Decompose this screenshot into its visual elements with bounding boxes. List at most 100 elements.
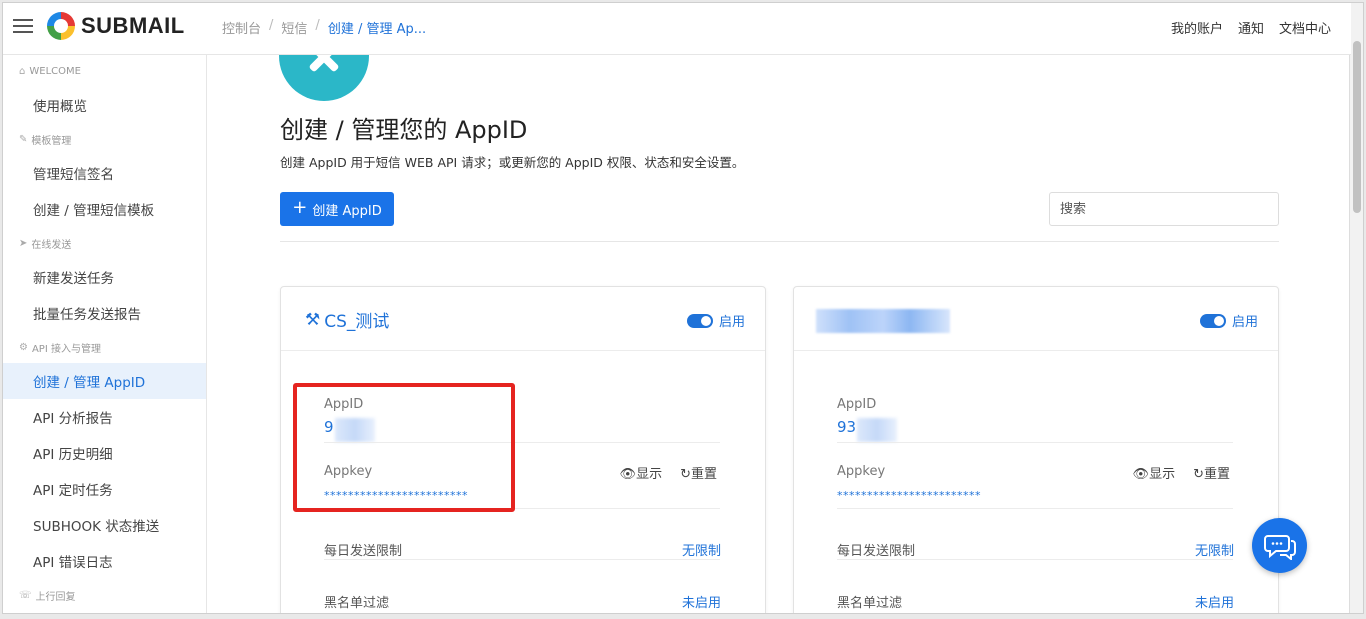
scrollbar-thumb[interactable] [1353,41,1361,213]
toggle-switch[interactable] [1199,313,1226,328]
nav-my-account[interactable]: 我的账户 [1171,18,1223,37]
home-icon: ⌂ [19,65,26,77]
page-description: 创建 AppID 用于短信 WEB API 请求；或更新您的 AppID 权限、… [280,155,745,170]
appkey-value: ************************ [837,489,981,502]
blacklist-value[interactable]: 未启用 [682,592,721,611]
pencil-icon: ✎ [19,133,28,145]
appkey-label: Appkey [837,464,886,479]
field-divider [837,442,1233,443]
refresh-icon: ↻ [680,467,691,482]
send-icon: ➤ [19,237,28,249]
vertical-scrollbar[interactable] [1349,3,1363,613]
status-toggle[interactable]: 启用 [1199,311,1258,330]
sidebar-item-api-errors[interactable]: API 错误日志 [3,543,206,579]
reset-appkey-button[interactable]: ↻重置 [680,463,717,482]
breadcrumb-sms[interactable]: 短信 [281,18,307,37]
tools-icon: ⚒ [305,309,321,330]
sidebar-item-templates[interactable]: 创建 / 管理短信模板 [3,191,206,227]
nav-docs[interactable]: 文档中心 [1279,18,1331,37]
sidebar-section-templates: ✎ 模板管理 [3,123,206,155]
toggle-switch[interactable] [686,313,713,328]
breadcrumb-console[interactable]: 控制台 [222,18,261,37]
section-title: 在线发送 [31,239,72,251]
card-header: 启用 [794,287,1278,351]
tools-icon [279,55,369,101]
page-title: 创建 / 管理您的 AppID [280,116,528,144]
appid-label: AppID [837,397,877,412]
field-divider [837,508,1233,509]
brand-name: SUBMAIL [81,13,185,38]
sidebar-item-api-scheduled[interactable]: API 定时任务 [3,471,206,507]
top-nav: 我的账户 通知 文档中心 [1171,18,1331,37]
section-title: 上行回复 [35,591,76,603]
status-label: 启用 [718,315,745,330]
sidebar-item-api-report[interactable]: API 分析报告 [3,399,206,435]
status-toggle[interactable]: 启用 [686,311,745,330]
field-divider [837,559,1233,560]
highlight-box [293,383,515,512]
reset-appkey-button[interactable]: ↻重置 [1193,463,1230,482]
breadcrumb-separator: / [315,18,320,33]
sidebar-section-send: ➤ 在线发送 [3,227,206,259]
redacted-app-name[interactable] [816,309,950,333]
redacted-appid [857,418,897,442]
reset-label: 重置 [1203,467,1230,482]
daily-limit-label: 每日发送限制 [324,544,403,559]
sidebar-item-new-task[interactable]: 新建发送任务 [3,259,206,295]
nav-notifications[interactable]: 通知 [1238,18,1264,37]
appid-value: 93 [837,418,857,436]
reset-label: 重置 [690,467,717,482]
refresh-icon: ↻ [1193,467,1204,482]
api-icon: ⚙ [19,341,28,353]
chat-button[interactable] [1252,518,1307,573]
divider [280,241,1279,242]
eye-icon: 👁 [619,467,637,482]
sidebar-item-appid[interactable]: 创建 / 管理 AppID [3,363,206,399]
app-name[interactable]: ⚒ CS_测试 [305,307,389,333]
breadcrumb-separator: / [269,18,274,33]
section-title: WELCOME [29,65,81,77]
show-label: 显示 [1149,467,1176,482]
sidebar-section-reply: ☏ 上行回复 [3,579,206,611]
status-label: 启用 [1231,315,1258,330]
daily-limit-label: 每日发送限制 [837,544,916,559]
sidebar-item-subhook[interactable]: SUBHOOK 状态推送 [3,507,206,543]
top-bar: SUBMAIL 控制台 / 短信 / 创建 / 管理 Ap... 我的账户 通知… [3,3,1351,55]
breadcrumb-current: 创建 / 管理 Ap... [327,22,427,37]
sidebar-item-signatures[interactable]: 管理短信签名 [3,155,206,191]
show-appkey-button[interactable]: 👁显示 [1133,463,1176,482]
blacklist-value[interactable]: 未启用 [1195,592,1234,611]
field-divider [324,559,720,560]
appid-card: 启用 AppID 93 Appkey 👁显示 ↻重置 *************… [793,286,1279,613]
sidebar-item-overview[interactable]: 使用概览 [3,87,206,123]
submail-logo-icon [47,12,75,40]
sidebar-item-batch-report[interactable]: 批量任务发送报告 [3,295,206,331]
daily-limit-value[interactable]: 无限制 [682,540,721,559]
appkey-actions: 👁显示 ↻重置 [620,463,717,482]
chat-icon [1263,534,1296,560]
logo[interactable]: SUBMAIL [47,12,185,40]
search-input[interactable] [1049,192,1279,226]
main-content: 创建 / 管理您的 AppID 创建 AppID 用于短信 WEB API 请求… [208,55,1351,613]
blacklist-label: 黑名单过滤 [324,596,390,611]
browser-frame: SUBMAIL 控制台 / 短信 / 创建 / 管理 Ap... 我的账户 通知… [2,2,1364,614]
plus-icon: + [292,197,308,218]
breadcrumb: 控制台 / 短信 / 创建 / 管理 Ap... [222,18,426,37]
create-appid-button[interactable]: + 创建 AppID [280,192,394,226]
sidebar-item-api-history[interactable]: API 历史明细 [3,435,206,471]
section-title: API 接入与管理 [31,343,101,355]
eye-icon: 👁 [1132,467,1150,482]
blacklist-label: 黑名单过滤 [837,596,903,611]
section-title: 模板管理 [31,135,72,147]
show-appkey-button[interactable]: 👁显示 [620,463,663,482]
sidebar-section-welcome: ⌂ WELCOME [3,55,206,87]
appkey-actions: 👁显示 ↻重置 [1133,463,1230,482]
sidebar: ⌂ WELCOME 使用概览 ✎ 模板管理 管理短信签名 创建 / 管理短信模板 ➤… [3,55,207,613]
sidebar-section-api: ⚙ API 接入与管理 [3,331,206,363]
card-header: ⚒ CS_测试 启用 [281,287,765,351]
reply-icon: ☏ [19,589,32,601]
create-appid-label: 创建 AppID [312,203,382,219]
daily-limit-value[interactable]: 无限制 [1195,540,1234,559]
show-label: 显示 [636,467,663,482]
menu-icon[interactable] [13,19,33,35]
